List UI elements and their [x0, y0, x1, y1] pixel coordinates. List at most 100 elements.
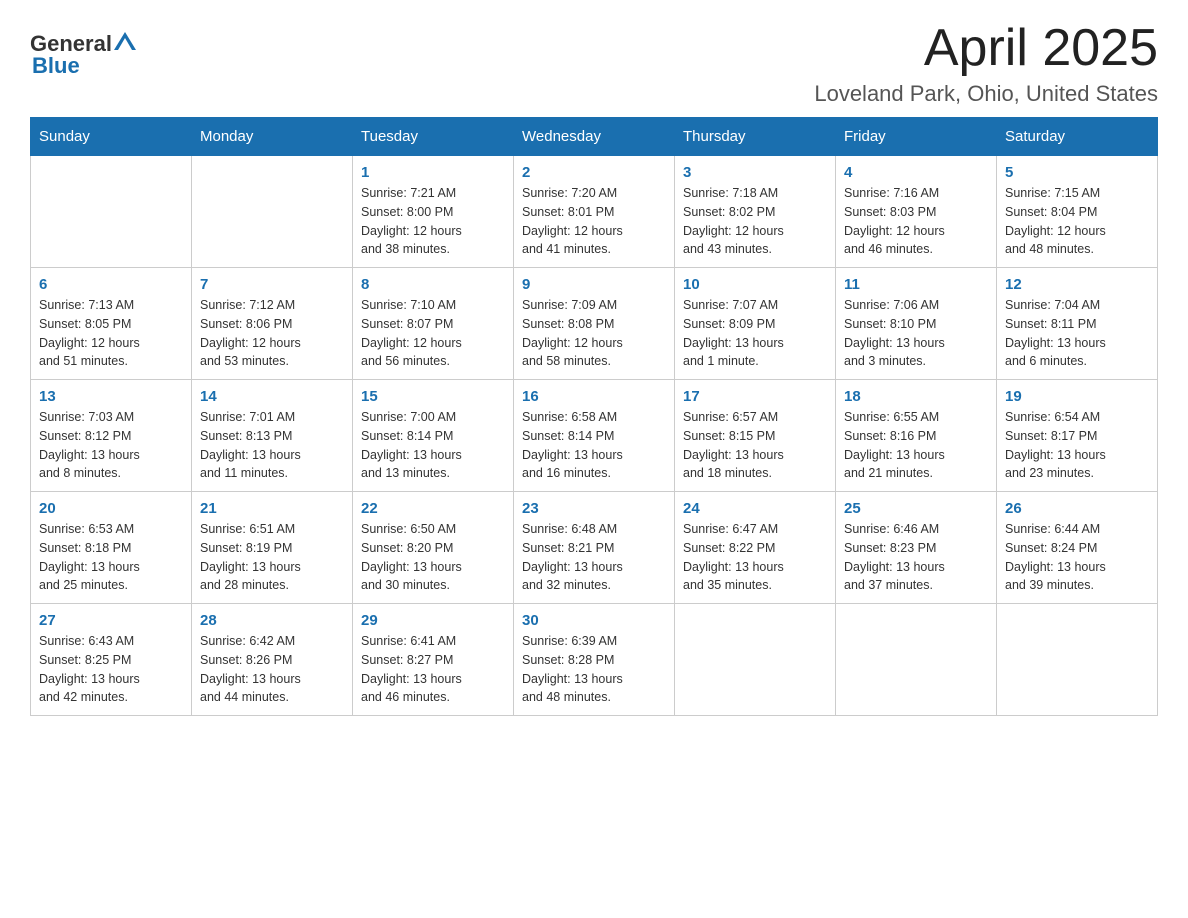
day-info: Sunrise: 7:20 AMSunset: 8:01 PMDaylight:…: [522, 184, 666, 259]
day-number: 27: [39, 612, 183, 629]
day-number: 3: [683, 164, 827, 181]
table-row: 1 Sunrise: 7:21 AMSunset: 8:00 PMDaylight…: [353, 156, 514, 268]
day-number: 1: [361, 164, 505, 181]
day-number: 6: [39, 276, 183, 293]
day-info: Sunrise: 6:53 AMSunset: 8:18 PMDaylight:…: [39, 520, 183, 595]
page-subtitle: Loveland Park, Ohio, United States: [814, 81, 1158, 107]
day-number: 14: [200, 388, 344, 405]
table-row: [31, 156, 192, 268]
day-number: 5: [1005, 164, 1149, 181]
day-number: 24: [683, 500, 827, 517]
day-info: Sunrise: 7:01 AMSunset: 8:13 PMDaylight:…: [200, 408, 344, 483]
table-row: 16Sunrise: 6:58 AMSunset: 8:14 PMDayligh…: [514, 380, 675, 492]
calendar-week-row: 20 Sunrise: 6:53 AMSunset: 8:18 PMDayligh…: [31, 492, 1158, 604]
day-info: Sunrise: 7:03 AMSunset: 8:12 PMDaylight:…: [39, 408, 183, 483]
table-row: 20 Sunrise: 6:53 AMSunset: 8:18 PMDayligh…: [31, 492, 192, 604]
day-number: 7: [200, 276, 344, 293]
table-row: 6 Sunrise: 7:13 AMSunset: 8:05 PMDaylight…: [31, 268, 192, 380]
day-info: Sunrise: 6:42 AMSunset: 8:26 PMDaylight:…: [200, 632, 344, 707]
day-info: Sunrise: 6:48 AMSunset: 8:21 PMDaylight:…: [522, 520, 666, 595]
day-info: Sunrise: 6:46 AMSunset: 8:23 PMDaylight:…: [844, 520, 988, 595]
day-number: 25: [844, 500, 988, 517]
col-wednesday: Wednesday: [514, 118, 675, 156]
day-number: 2: [522, 164, 666, 181]
title-block: April 2025 Loveland Park, Ohio, United S…: [814, 20, 1158, 107]
day-number: 12: [1005, 276, 1149, 293]
table-row: 18Sunrise: 6:55 AMSunset: 8:16 PMDayligh…: [836, 380, 997, 492]
day-info: Sunrise: 7:00 AMSunset: 8:14 PMDaylight:…: [361, 408, 505, 483]
table-row: [675, 604, 836, 716]
table-row: 27Sunrise: 6:43 AMSunset: 8:25 PMDayligh…: [31, 604, 192, 716]
day-info: Sunrise: 6:51 AMSunset: 8:19 PMDaylight:…: [200, 520, 344, 595]
table-row: 19 Sunrise: 6:54 AMSunset: 8:17 PMDayligh…: [997, 380, 1158, 492]
table-row: [997, 604, 1158, 716]
table-row: 8 Sunrise: 7:10 AMSunset: 8:07 PMDaylight…: [353, 268, 514, 380]
table-row: 28 Sunrise: 6:42 AMSunset: 8:26 PMDayligh…: [192, 604, 353, 716]
day-number: 11: [844, 276, 988, 293]
table-row: 26 Sunrise: 6:44 AMSunset: 8:24 PMDayligh…: [997, 492, 1158, 604]
calendar-week-row: 27Sunrise: 6:43 AMSunset: 8:25 PMDayligh…: [31, 604, 1158, 716]
table-row: 17Sunrise: 6:57 AMSunset: 8:15 PMDayligh…: [675, 380, 836, 492]
table-row: 10 Sunrise: 7:07 AMSunset: 8:09 PMDayligh…: [675, 268, 836, 380]
table-row: [192, 156, 353, 268]
table-row: 5 Sunrise: 7:15 AMSunset: 8:04 PMDaylight…: [997, 156, 1158, 268]
col-tuesday: Tuesday: [353, 118, 514, 156]
logo: General Blue: [30, 30, 136, 79]
calendar-week-row: 13 Sunrise: 7:03 AMSunset: 8:12 PMDayligh…: [31, 380, 1158, 492]
day-info: Sunrise: 7:12 AMSunset: 8:06 PMDaylight:…: [200, 296, 344, 371]
table-row: 13 Sunrise: 7:03 AMSunset: 8:12 PMDayligh…: [31, 380, 192, 492]
table-row: 24 Sunrise: 6:47 AMSunset: 8:22 PMDayligh…: [675, 492, 836, 604]
table-row: 14 Sunrise: 7:01 AMSunset: 8:13 PMDayligh…: [192, 380, 353, 492]
calendar-header-row: Sunday Monday Tuesday Wednesday Thursday…: [31, 118, 1158, 156]
day-number: 17: [683, 388, 827, 405]
table-row: 4 Sunrise: 7:16 AMSunset: 8:03 PMDaylight…: [836, 156, 997, 268]
day-info: Sunrise: 6:58 AMSunset: 8:14 PMDaylight:…: [522, 408, 666, 483]
day-info: Sunrise: 6:54 AMSunset: 8:17 PMDaylight:…: [1005, 408, 1149, 483]
logo-triangle-icon: [114, 30, 136, 52]
day-number: 15: [361, 388, 505, 405]
day-number: 19: [1005, 388, 1149, 405]
table-row: [836, 604, 997, 716]
table-row: 11 Sunrise: 7:06 AMSunset: 8:10 PMDayligh…: [836, 268, 997, 380]
col-friday: Friday: [836, 118, 997, 156]
day-info: Sunrise: 7:06 AMSunset: 8:10 PMDaylight:…: [844, 296, 988, 371]
table-row: 9Sunrise: 7:09 AMSunset: 8:08 PMDaylight…: [514, 268, 675, 380]
day-info: Sunrise: 7:04 AMSunset: 8:11 PMDaylight:…: [1005, 296, 1149, 371]
day-info: Sunrise: 6:44 AMSunset: 8:24 PMDaylight:…: [1005, 520, 1149, 595]
logo-blue-text: Blue: [32, 53, 80, 79]
col-monday: Monday: [192, 118, 353, 156]
day-info: Sunrise: 7:07 AMSunset: 8:09 PMDaylight:…: [683, 296, 827, 371]
table-row: 22Sunrise: 6:50 AMSunset: 8:20 PMDayligh…: [353, 492, 514, 604]
day-number: 8: [361, 276, 505, 293]
day-number: 29: [361, 612, 505, 629]
table-row: 3Sunrise: 7:18 AMSunset: 8:02 PMDaylight…: [675, 156, 836, 268]
day-number: 21: [200, 500, 344, 517]
day-info: Sunrise: 7:15 AMSunset: 8:04 PMDaylight:…: [1005, 184, 1149, 259]
day-number: 4: [844, 164, 988, 181]
calendar-week-row: 6 Sunrise: 7:13 AMSunset: 8:05 PMDaylight…: [31, 268, 1158, 380]
day-number: 22: [361, 500, 505, 517]
calendar-table: Sunday Monday Tuesday Wednesday Thursday…: [30, 117, 1158, 716]
table-row: 15 Sunrise: 7:00 AMSunset: 8:14 PMDayligh…: [353, 380, 514, 492]
day-number: 13: [39, 388, 183, 405]
col-thursday: Thursday: [675, 118, 836, 156]
page-header: General Blue April 2025 Loveland Park, O…: [30, 20, 1158, 107]
table-row: 25 Sunrise: 6:46 AMSunset: 8:23 PMDayligh…: [836, 492, 997, 604]
day-number: 28: [200, 612, 344, 629]
day-info: Sunrise: 6:55 AMSunset: 8:16 PMDaylight:…: [844, 408, 988, 483]
day-info: Sunrise: 7:16 AMSunset: 8:03 PMDaylight:…: [844, 184, 988, 259]
day-number: 30: [522, 612, 666, 629]
table-row: 7 Sunrise: 7:12 AMSunset: 8:06 PMDaylight…: [192, 268, 353, 380]
day-number: 20: [39, 500, 183, 517]
day-info: Sunrise: 7:10 AMSunset: 8:07 PMDaylight:…: [361, 296, 505, 371]
day-number: 10: [683, 276, 827, 293]
day-info: Sunrise: 6:39 AMSunset: 8:28 PMDaylight:…: [522, 632, 666, 707]
day-info: Sunrise: 6:47 AMSunset: 8:22 PMDaylight:…: [683, 520, 827, 595]
day-number: 26: [1005, 500, 1149, 517]
table-row: 30 Sunrise: 6:39 AMSunset: 8:28 PMDayligh…: [514, 604, 675, 716]
day-info: Sunrise: 7:13 AMSunset: 8:05 PMDaylight:…: [39, 296, 183, 371]
col-saturday: Saturday: [997, 118, 1158, 156]
day-info: Sunrise: 7:21 AMSunset: 8:00 PMDaylight:…: [361, 184, 505, 259]
day-number: 23: [522, 500, 666, 517]
day-info: Sunrise: 7:09 AMSunset: 8:08 PMDaylight:…: [522, 296, 666, 371]
